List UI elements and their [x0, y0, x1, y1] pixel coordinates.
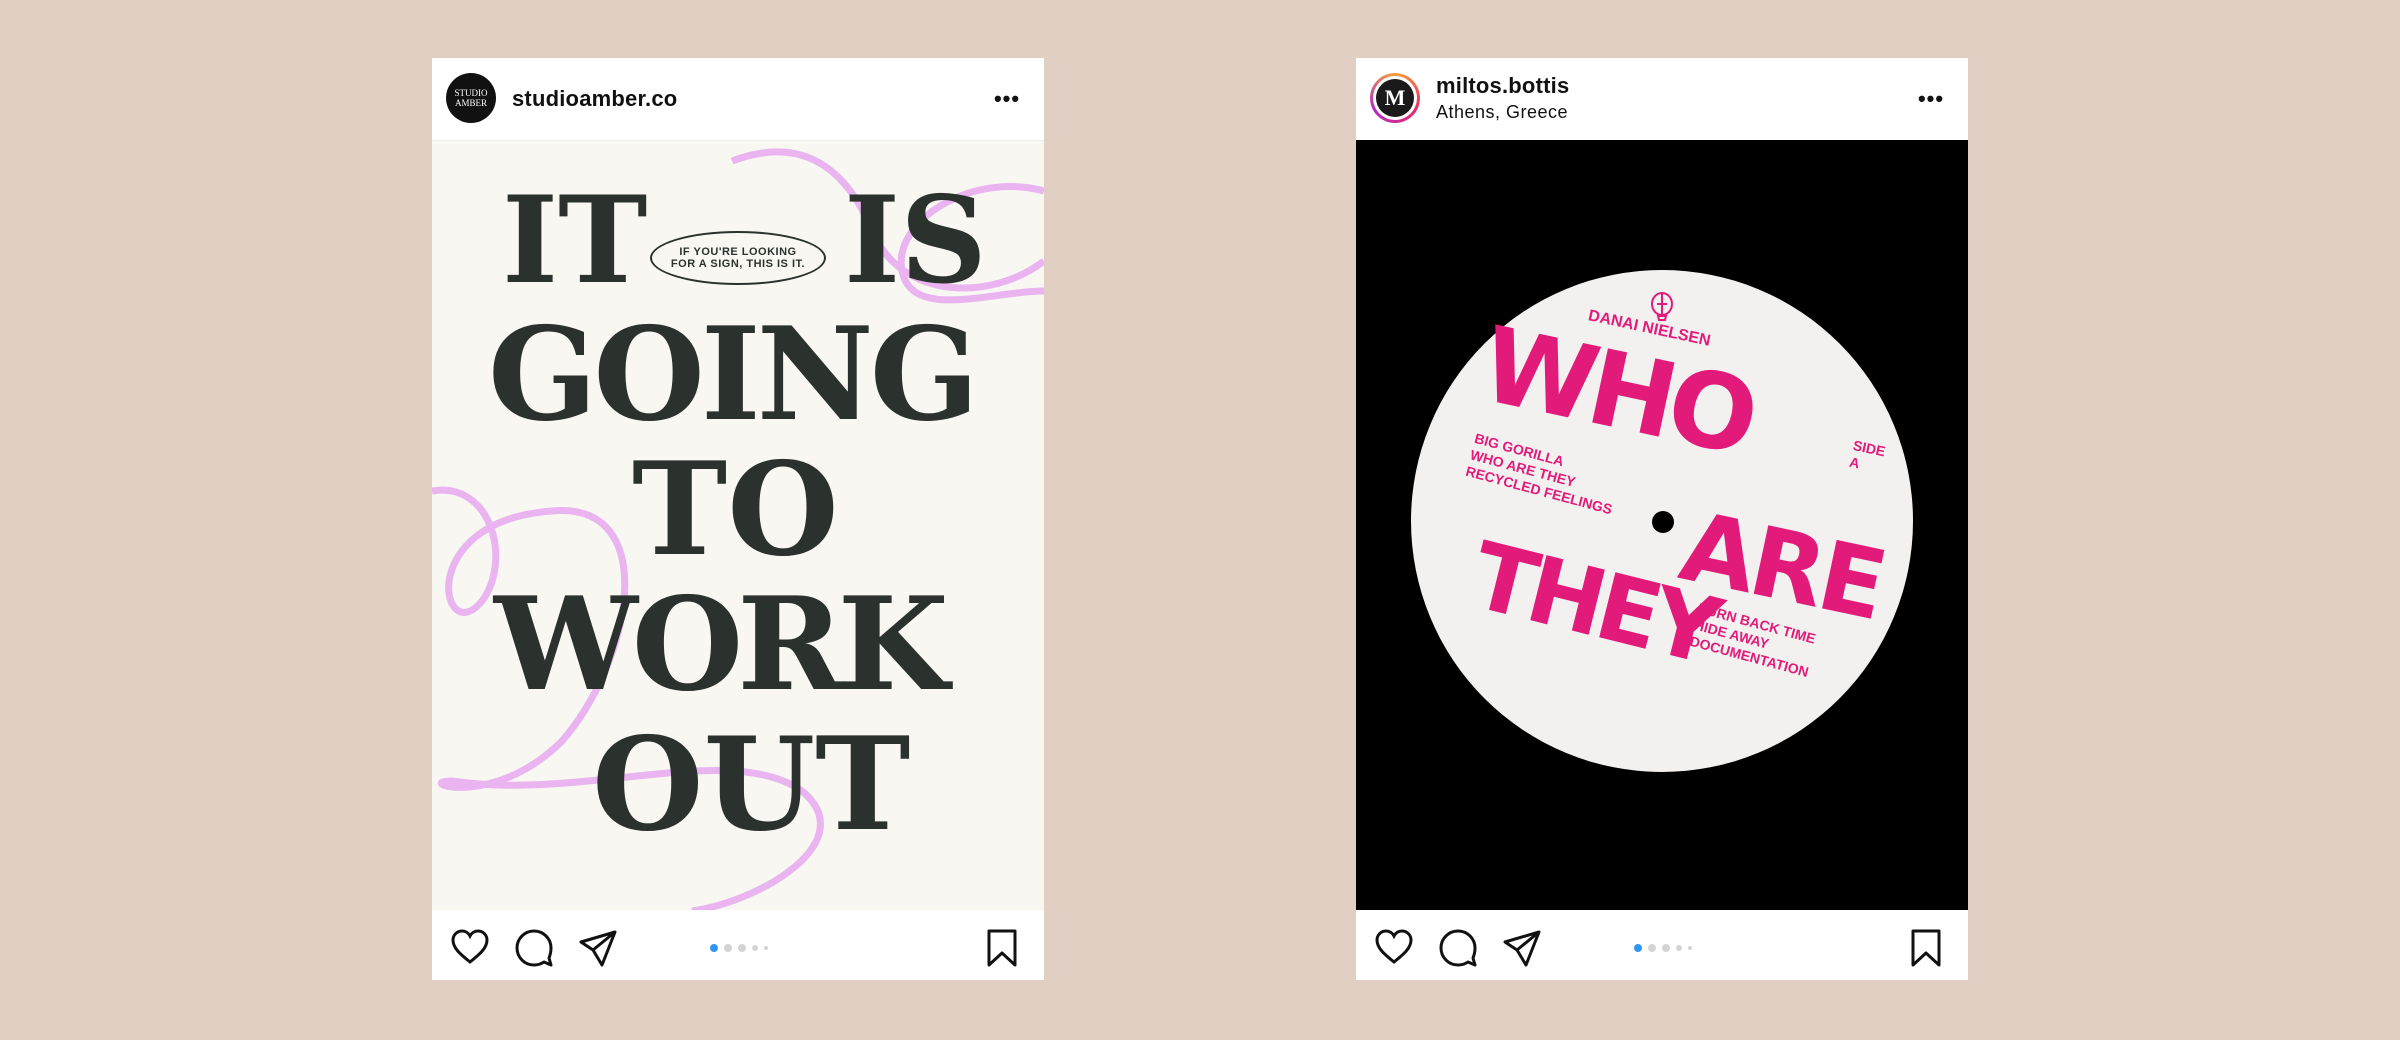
bookmark-icon[interactable] [1906, 928, 1946, 968]
avatar[interactable]: M [1370, 73, 1420, 123]
post-studioamber: STUDIO AMBER studioamber.co ••• IT IF YO… [432, 58, 1044, 980]
post-header: M miltos.bottis Athens, Greece ••• [1356, 58, 1968, 140]
carousel-dot [1688, 946, 1692, 950]
action-bar [432, 910, 1044, 980]
poster-word-to: TO [632, 435, 839, 585]
poster-word-it: IT [502, 170, 648, 311]
post-header: STUDIO AMBER studioamber.co ••• [432, 58, 1044, 140]
username[interactable]: miltos.bottis [1436, 73, 1569, 99]
poster-word-work: WORK [494, 570, 949, 720]
more-options-button[interactable]: ••• [990, 88, 1024, 110]
share-icon[interactable] [1502, 928, 1542, 968]
post-image[interactable]: IT IF YOU'RE LOOKING FOR A SIGN, THIS IS… [432, 140, 1044, 911]
heart-icon[interactable] [450, 928, 490, 968]
carousel-dot [1634, 944, 1642, 952]
comment-icon[interactable] [514, 928, 554, 968]
poster-word-going: GOING [488, 300, 979, 450]
carousel-dot [738, 944, 746, 952]
post-image[interactable]: DANAI NIELSEN WHO BIG GORILLA WHO ARE TH… [1356, 140, 1968, 910]
bookmark-icon[interactable] [982, 928, 1022, 968]
post-miltos-bottis: M miltos.bottis Athens, Greece ••• DANAI… [1356, 58, 1968, 980]
carousel-dot [724, 944, 732, 952]
action-bar [1356, 910, 1968, 980]
heart-icon[interactable] [1374, 928, 1414, 968]
carousel-indicator [710, 944, 768, 952]
comment-icon[interactable] [1438, 928, 1478, 968]
carousel-indicator [1634, 944, 1692, 952]
avatar[interactable]: STUDIO AMBER [446, 73, 496, 123]
more-options-button[interactable]: ••• [1914, 88, 1948, 110]
side-label: SIDE A [1848, 436, 1887, 472]
carousel-dot [710, 944, 718, 952]
carousel-dot [764, 946, 768, 950]
carousel-dot [1662, 944, 1670, 952]
location-label[interactable]: Athens, Greece [1436, 102, 1568, 123]
balloon-logo-icon [1651, 292, 1673, 321]
carousel-dot [1648, 944, 1656, 952]
avatar-monogram: M [1376, 79, 1414, 117]
vinyl-label: DANAI NIELSEN WHO BIG GORILLA WHO ARE TH… [1411, 270, 1913, 772]
spindle-hole [1652, 511, 1674, 533]
sign-oval-label: IF YOU'RE LOOKING FOR A SIGN, THIS IS IT… [650, 231, 826, 285]
username[interactable]: studioamber.co [512, 86, 677, 112]
poster-word-is: IS [844, 170, 987, 311]
carousel-dot [752, 945, 758, 951]
poster-word-out: OUT [592, 710, 911, 860]
share-icon[interactable] [578, 928, 618, 968]
carousel-dot [1676, 945, 1682, 951]
